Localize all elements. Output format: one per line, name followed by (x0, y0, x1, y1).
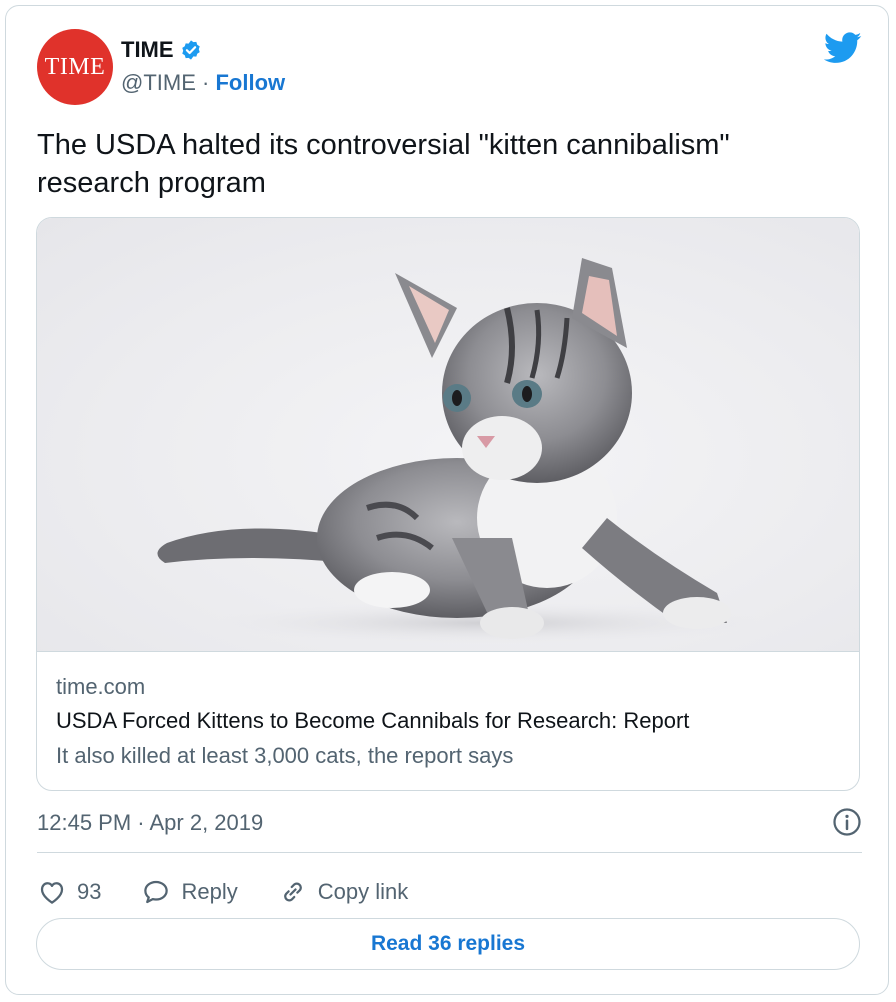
reply-label: Reply (181, 879, 238, 904)
kitten-illustration (157, 258, 787, 645)
heart-icon (40, 882, 64, 904)
card-title: USDA Forced Kittens to Become Cannibals … (56, 708, 690, 733)
separator-dot: · (202, 70, 210, 95)
tweet-text: The USDA halted its controversial "kitte… (37, 129, 730, 199)
likes-count: 93 (77, 879, 102, 904)
kitten-photo[interactable] (37, 218, 859, 652)
reply-bubble-icon (144, 880, 169, 904)
info-icon[interactable] (832, 807, 862, 837)
tweet-embed: TIME TIME @TIME · Follow The USDA halted… (5, 5, 889, 995)
author-name-row[interactable]: TIME (121, 37, 202, 63)
read-replies-button[interactable]: Read 36 replies (36, 918, 860, 970)
tweet-timestamp[interactable]: 12:45 PM · Apr 2, 2019 (37, 810, 263, 836)
reply-button[interactable]: Reply (141, 877, 238, 907)
follow-button[interactable]: Follow (215, 70, 285, 95)
card-description: It also killed at least 3,000 cats, the … (56, 743, 514, 768)
author-handle-row: @TIME · Follow (121, 70, 285, 96)
copy-link-label: Copy link (317, 879, 409, 904)
link-card[interactable]: time.com USDA Forced Kittens to Become C… (36, 217, 860, 791)
copy-link-button[interactable]: Copy link (278, 877, 408, 907)
like-button[interactable]: 93 (37, 877, 101, 907)
link-icon (283, 882, 302, 902)
author-handle[interactable]: @TIME (121, 70, 196, 95)
card-domain: time.com (56, 674, 146, 699)
twitter-bird-icon[interactable] (824, 32, 862, 64)
verified-badge-icon (181, 40, 200, 60)
divider (37, 852, 862, 853)
action-bar: 93 Reply Copy link (37, 872, 448, 912)
author-name[interactable]: TIME (121, 37, 174, 63)
avatar-logo-text: TIME (44, 53, 106, 80)
avatar[interactable]: TIME (37, 29, 113, 105)
